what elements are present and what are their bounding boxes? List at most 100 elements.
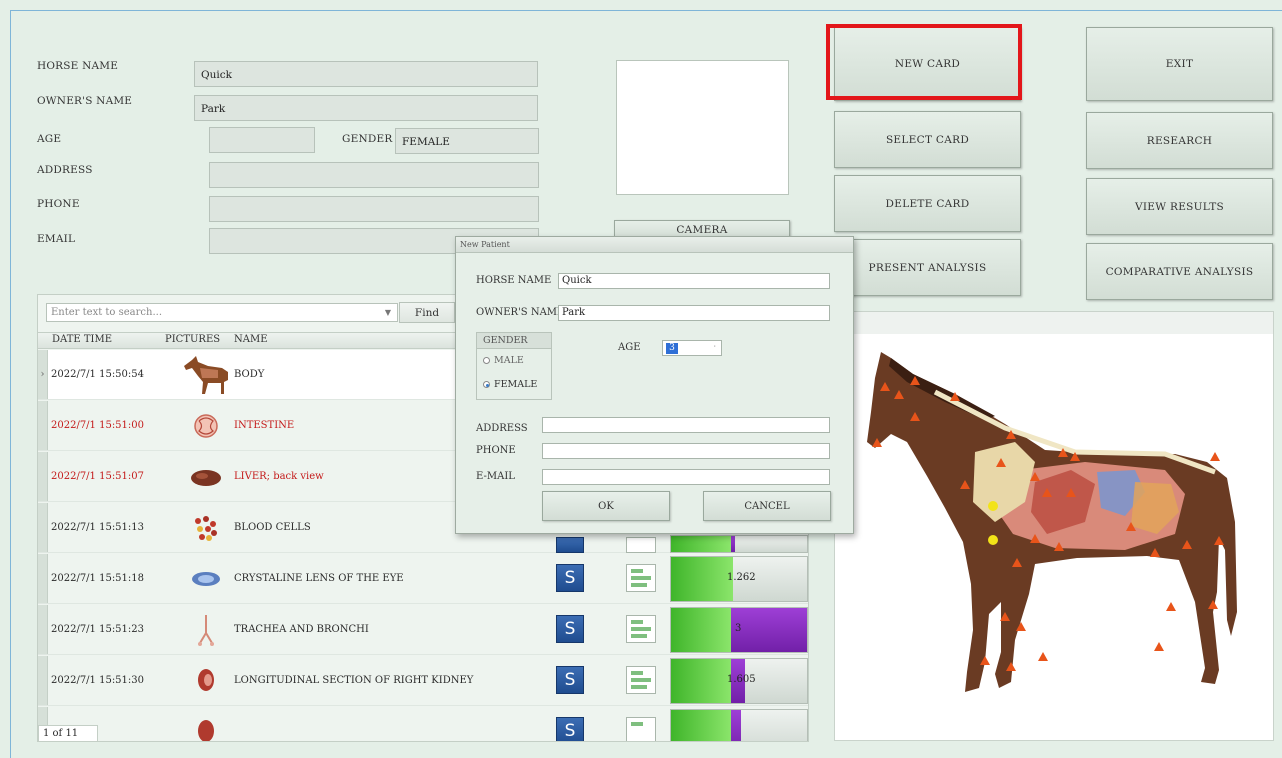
dialog-age-label: AGE [618, 342, 641, 353]
ok-button[interactable]: OK [542, 491, 670, 521]
dialog-owner-name-label: OWNER'S NAME [476, 307, 565, 318]
row-datetime: 2022/7/1 15:51:07 [51, 471, 145, 482]
dialog-address-input[interactable] [542, 417, 830, 433]
s-button[interactable]: S [556, 717, 584, 741]
dialog-address-label: ADDRESS [476, 423, 528, 434]
age-label: AGE [37, 133, 62, 145]
row-name: TRACHEA AND BRONCHI [234, 624, 369, 635]
age-field[interactable] [209, 127, 315, 153]
female-radio[interactable]: FEMALE [483, 379, 537, 390]
dialog-horse-name-label: HORSE NAME [476, 275, 552, 286]
chevron-down-icon[interactable]: ‧ [713, 342, 716, 351]
search-input[interactable]: Enter text to search... ▼ [46, 303, 398, 322]
gender-label: GENDER [342, 133, 393, 145]
row-selector-icon: › [38, 350, 48, 399]
value-bar: 1.262 [670, 556, 808, 602]
chart-icon[interactable] [626, 666, 656, 694]
horse-body-thumbnail [184, 356, 228, 394]
present-analysis-button[interactable]: PRESENT ANALYSIS [834, 239, 1021, 296]
chart-icon[interactable] [626, 615, 656, 643]
row-name: LIVER; back view [234, 471, 324, 482]
value-bar [670, 535, 808, 553]
chart-icon[interactable] [626, 717, 656, 741]
owner-name-field[interactable]: Park [194, 95, 538, 121]
table-row[interactable]: 2022/7/1 15:51:23 TRACHEA AND BRONCHI S … [38, 605, 808, 655]
row-name: CRYSTALINE LENS OF THE EYE [234, 573, 404, 584]
male-radio[interactable]: MALE [483, 355, 524, 366]
row-name: INTESTINE [234, 420, 295, 431]
row-selector [38, 605, 48, 654]
dialog-email-input[interactable] [542, 469, 830, 485]
new-patient-dialog: New Patient HORSE NAME Quick OWNER'S NAM… [455, 236, 854, 534]
address-field[interactable] [209, 162, 539, 188]
row-datetime: 2022/7/1 15:50:54 [51, 369, 145, 380]
highlight-box [826, 24, 1022, 100]
chart-icon[interactable] [626, 564, 656, 592]
kidney-thumbnail [198, 720, 214, 741]
row-datetime: 2022/7/1 15:51:13 [51, 522, 145, 533]
row-datetime: 2022/7/1 15:51:18 [51, 573, 145, 584]
radio-unchecked-icon [483, 357, 490, 364]
gender-group: GENDER MALE FEMALE [476, 332, 552, 400]
email-label: EMAIL [37, 233, 76, 245]
female-radio-label: FEMALE [494, 379, 538, 390]
dialog-phone-label: PHONE [476, 445, 516, 456]
comparative-analysis-button[interactable]: COMPARATIVE ANALYSIS [1086, 243, 1273, 300]
s-button[interactable]: S [556, 666, 584, 694]
owner-name-label: OWNER'S NAME [37, 95, 133, 107]
phone-field[interactable] [209, 196, 539, 222]
delete-card-button[interactable]: DELETE CARD [834, 175, 1021, 232]
page-indicator[interactable]: 1 of 11 [38, 725, 98, 741]
dialog-title: New Patient [456, 237, 853, 253]
row-name: LONGITUDINAL SECTION OF RIGHT KIDNEY [234, 675, 474, 686]
value-label: 3 [735, 623, 742, 634]
table-row[interactable]: S [38, 707, 808, 741]
column-header-datetime[interactable]: DATE TIME [52, 334, 112, 345]
radio-checked-icon [483, 381, 490, 388]
row-selector [38, 554, 48, 603]
s-button[interactable] [556, 537, 584, 553]
eye-lens-thumbnail [192, 572, 220, 586]
s-button[interactable]: S [556, 564, 584, 592]
research-button[interactable]: RESEARCH [1086, 112, 1273, 169]
select-card-button[interactable]: SELECT CARD [834, 111, 1021, 168]
table-row[interactable]: 2022/7/1 15:51:18 CRYSTALINE LENS OF THE… [38, 554, 808, 604]
male-radio-label: MALE [494, 355, 524, 366]
row-selector [38, 656, 48, 705]
chevron-down-icon[interactable]: ▼ [385, 304, 391, 321]
column-header-pictures[interactable]: PICTURES [165, 334, 220, 345]
address-label: ADDRESS [37, 164, 93, 176]
row-selector [38, 503, 48, 552]
horse-anatomy-image[interactable] [835, 312, 1275, 742]
row-datetime: 2022/7/1 15:51:00 [51, 420, 145, 431]
row-datetime: 2022/7/1 15:51:23 [51, 624, 145, 635]
dialog-phone-input[interactable] [542, 443, 830, 459]
exit-button[interactable]: EXIT [1086, 27, 1273, 101]
chart-icon[interactable] [626, 537, 656, 553]
search-placeholder: Enter text to search... [51, 307, 162, 318]
view-results-button[interactable]: VIEW RESULTS [1086, 178, 1273, 235]
find-button[interactable]: Find [399, 302, 455, 323]
row-name: BLOOD CELLS [234, 522, 311, 533]
horse-name-field[interactable]: Quick [194, 61, 538, 87]
dialog-horse-name-input[interactable]: Quick [558, 273, 830, 289]
table-row[interactable]: 2022/7/1 15:51:30 LONGITUDINAL SECTION O… [38, 656, 808, 706]
row-name: BODY [234, 369, 265, 380]
anatomy-panel [834, 311, 1274, 741]
age-value: 3 [666, 343, 678, 354]
value-bar [670, 709, 808, 741]
photo-preview [616, 60, 789, 195]
horse-name-label: HORSE NAME [37, 60, 119, 72]
s-button[interactable]: S [556, 615, 584, 643]
value-label: 1.605 [727, 674, 756, 685]
row-selector [38, 452, 48, 501]
age-select[interactable]: 3 ‧ [662, 340, 722, 356]
column-header-name[interactable]: NAME [234, 334, 268, 345]
cancel-button[interactable]: CANCEL [703, 491, 831, 521]
dialog-owner-name-input[interactable]: Park [558, 305, 830, 321]
gender-field[interactable]: FEMALE [395, 128, 539, 154]
kidney-thumbnail [198, 669, 214, 691]
value-bar: 1.605 [670, 658, 808, 704]
gender-group-header: GENDER [477, 333, 551, 349]
row-datetime: 2022/7/1 15:51:30 [51, 675, 145, 686]
